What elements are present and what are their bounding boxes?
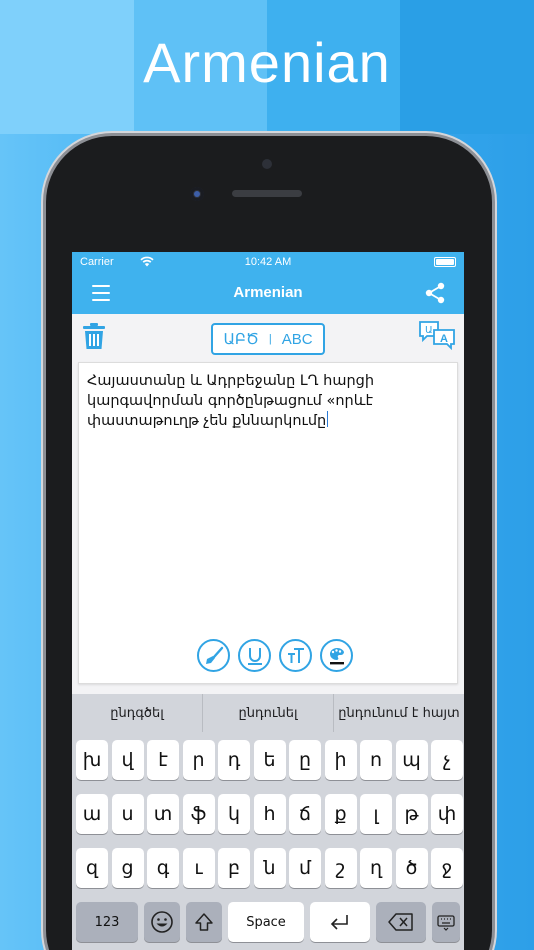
keyboard-icon [437, 915, 455, 931]
editor-text-area[interactable]: Հայաստանը և Ադրբեջանը ԼՂ հարցի կարգավորմ… [87, 371, 449, 431]
suggestion-bar: ընդգծել ընդունել ընդունում է հայտ [72, 694, 464, 732]
script-latin-label: ABC [281, 330, 313, 348]
numbers-key[interactable]: 123 [76, 902, 138, 942]
key[interactable]: ց [111, 848, 144, 888]
key[interactable]: շ [324, 848, 357, 888]
key[interactable]: հ [253, 794, 286, 834]
key[interactable]: գ [147, 848, 179, 888]
key[interactable]: ճ [289, 794, 321, 834]
text-size-button[interactable] [279, 639, 312, 672]
script-toggle-button[interactable]: ԱԲԾ | ABC [211, 323, 325, 355]
editor-container: Հայաստանը և Ադրբեջանը ԼՂ հարցի կարգավորմ… [72, 358, 464, 694]
color-palette-button[interactable] [320, 639, 353, 672]
svg-text:A: A [440, 333, 448, 345]
shift-key[interactable] [186, 902, 222, 942]
key[interactable]: կ [218, 794, 250, 834]
key[interactable]: չ [431, 740, 463, 780]
return-key[interactable] [310, 902, 370, 942]
backspace-icon [388, 913, 413, 931]
key[interactable]: տ [147, 794, 179, 834]
key[interactable]: ա [76, 794, 108, 834]
suggestion-item[interactable]: ընդունել [202, 694, 333, 732]
text-editor[interactable]: Հայաստանը և Ադրբեջանը ԼՂ հարցի կարգավորմ… [78, 362, 458, 684]
status-bar: Carrier 10:42 AM [72, 252, 464, 272]
front-camera [190, 187, 204, 201]
paintbrush-button[interactable] [197, 639, 230, 672]
key[interactable]: ե [253, 740, 286, 780]
key[interactable]: վ [111, 740, 144, 780]
key[interactable]: պ [395, 740, 428, 780]
text-caret [327, 411, 329, 427]
key[interactable]: ո [360, 740, 392, 780]
suggestion-item[interactable]: ընդգծել [72, 694, 202, 732]
key-row-bottom: 123 Space [72, 902, 464, 942]
key[interactable]: ք [324, 794, 357, 834]
key[interactable]: փ [431, 794, 463, 834]
text-size-icon [287, 647, 304, 663]
editor-text: Հայաստանը և Ադրբեջանը ԼՂ հարցի կարգավորմ… [87, 373, 375, 429]
key-row-3: զ ց գ ւ բ ն մ շ ղ ծ ջ [72, 848, 464, 888]
underline-icon [247, 647, 262, 665]
key[interactable]: ւ [182, 848, 215, 888]
format-tools [197, 639, 353, 672]
key[interactable]: լ [360, 794, 392, 834]
emoji-key[interactable] [144, 902, 180, 942]
key[interactable]: ֆ [182, 794, 215, 834]
nav-bar: Armenian [72, 272, 464, 314]
script-separator: | [268, 333, 272, 345]
earpiece-speaker [232, 190, 302, 197]
key[interactable]: ի [324, 740, 357, 780]
key[interactable]: ծ [395, 848, 428, 888]
key-row-2: ա ս տ ֆ կ հ ճ ք լ թ փ [72, 794, 464, 834]
key[interactable]: խ [76, 740, 108, 780]
key[interactable]: ր [182, 740, 215, 780]
key[interactable]: ս [111, 794, 144, 834]
space-key[interactable]: Space [228, 902, 304, 942]
key[interactable]: զ [76, 848, 108, 888]
trash-icon[interactable] [82, 322, 106, 350]
translate-icon[interactable]: Ա A [418, 320, 456, 350]
shift-icon [195, 913, 213, 931]
keyboard-switch-key[interactable] [432, 902, 460, 942]
backspace-key[interactable] [376, 902, 426, 942]
key[interactable]: բ [218, 848, 250, 888]
key[interactable]: է [147, 740, 179, 780]
app-screen: Carrier 10:42 AM Armenian ԱԲԾ | ABC Ա A … [72, 252, 464, 950]
key[interactable]: թ [395, 794, 428, 834]
svg-text:Ա: Ա [425, 325, 433, 336]
key[interactable]: դ [218, 740, 250, 780]
key[interactable]: մ [289, 848, 321, 888]
share-icon[interactable] [424, 282, 446, 304]
key[interactable]: ն [253, 848, 286, 888]
status-time: 10:42 AM [244, 256, 292, 268]
key[interactable]: ջ [431, 848, 463, 888]
keyboard: ընդգծել ընդունել ընդունում է հայտ խ վ է … [72, 694, 464, 950]
script-armenian-label: ԱԲԾ [223, 331, 259, 348]
underline-button[interactable] [238, 639, 271, 672]
emoji-icon [151, 911, 173, 933]
paintbrush-icon [205, 646, 223, 664]
color-palette-icon [329, 647, 344, 664]
key[interactable]: ղ [360, 848, 392, 888]
return-icon [330, 915, 348, 930]
editor-toolbar: ԱԲԾ | ABC Ա A [72, 314, 464, 358]
nav-title: Armenian [233, 284, 303, 301]
battery-icon [434, 257, 456, 267]
sensor [262, 159, 272, 169]
key[interactable]: ը [289, 740, 321, 780]
suggestion-item[interactable]: ընդունում է հայտ [333, 694, 464, 732]
key-row-1: խ վ է ր դ ե ը ի ո պ չ [72, 740, 464, 780]
banner-title: Armenian [143, 31, 391, 94]
